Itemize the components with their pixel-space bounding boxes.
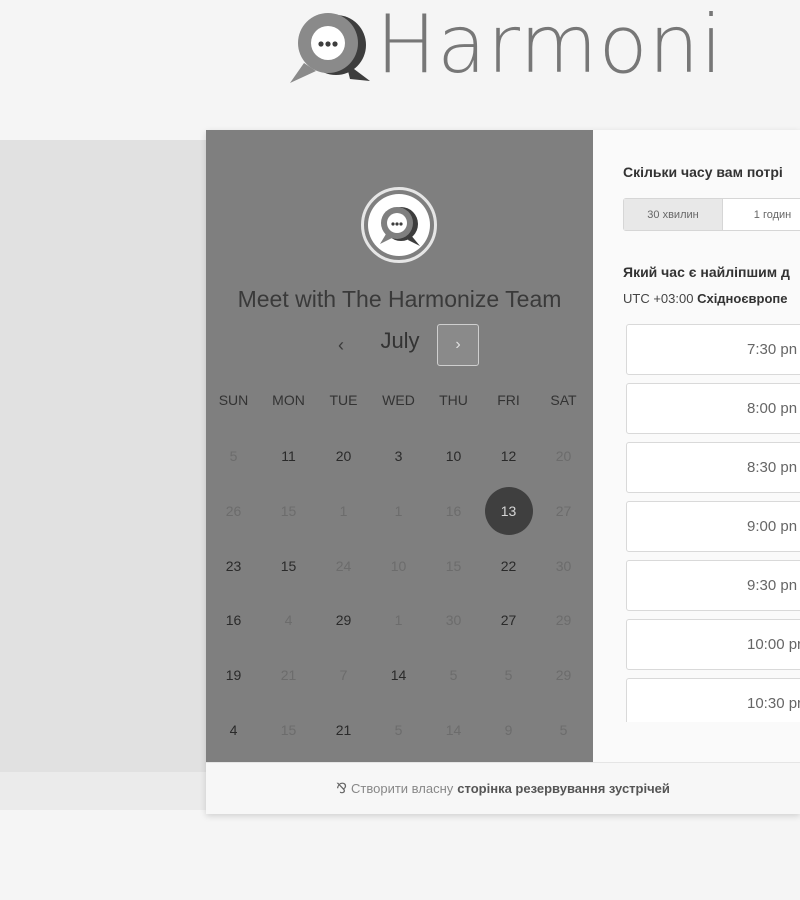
calendar-day-available[interactable]: 27 bbox=[481, 593, 536, 648]
time-slot-button[interactable]: 10:30 pr bbox=[626, 678, 800, 722]
weekday-label: THU bbox=[439, 392, 468, 408]
calendar-day-available[interactable]: 21 bbox=[316, 702, 371, 757]
calendar-grid: 5 11 20 3 10 12 20 26 15 1 1 16 13 27 23… bbox=[206, 429, 593, 757]
calendar-day: 5 bbox=[394, 721, 403, 738]
time-slot-button[interactable]: 8:00 pn bbox=[626, 383, 800, 434]
calendar-day-available[interactable]: 23 bbox=[206, 538, 261, 593]
calendar-day: 4 bbox=[284, 612, 293, 629]
calendar-day: 30 bbox=[555, 557, 572, 574]
time-slot-button[interactable]: 9:30 pn bbox=[626, 560, 800, 611]
team-avatar bbox=[361, 187, 437, 263]
brand-logo: Harmoni bbox=[288, 0, 723, 90]
weekday-label: TUE bbox=[329, 392, 358, 408]
calendar-day-selected[interactable]: 13 bbox=[481, 484, 536, 539]
weekday-label: MON bbox=[272, 392, 305, 408]
calendar-day: 20 bbox=[555, 448, 572, 465]
duration-option-30min[interactable]: 30 хвилин bbox=[624, 199, 724, 230]
time-slot-button[interactable]: 8:30 pn bbox=[626, 442, 800, 493]
timezone-offset: UTC +03:00 bbox=[623, 291, 694, 306]
calendar-day-available[interactable]: 4 bbox=[206, 702, 261, 757]
calendar-day: 1 bbox=[339, 503, 348, 520]
duration-option-1hour[interactable]: 1 годин bbox=[723, 199, 800, 230]
next-month-button[interactable]: › bbox=[437, 324, 479, 366]
calendar-day-available[interactable]: 10 bbox=[426, 429, 481, 484]
calendar-day: 7 bbox=[339, 667, 348, 684]
time-slot-button[interactable]: 7:30 pn bbox=[626, 324, 800, 375]
calendar-day: 1 bbox=[394, 503, 403, 520]
calendar-day: 5 bbox=[449, 667, 458, 684]
calendar-day: 14 bbox=[445, 721, 462, 738]
calendar-day: 5 bbox=[229, 448, 238, 465]
weekday-header: SUN MON TUE WED THU FRI SAT bbox=[206, 392, 593, 408]
weekday-label: SUN bbox=[218, 392, 249, 408]
month-navigation: ‹ July › bbox=[206, 324, 593, 366]
calendar-week: 23 15 24 10 15 22 30 bbox=[206, 538, 593, 593]
chat-bubble-logo-icon bbox=[288, 5, 372, 85]
calendar-week: 16 4 29 1 30 27 29 bbox=[206, 593, 593, 648]
calendar-day-available[interactable]: 3 bbox=[371, 429, 426, 484]
calendar-day: 27 bbox=[555, 503, 572, 520]
calendar-day: 15 bbox=[280, 503, 297, 520]
timezone-name: Східноєвропе bbox=[697, 291, 788, 306]
calendar-week: 19 21 7 14 5 5 29 bbox=[206, 648, 593, 703]
left-background-strip bbox=[0, 140, 206, 772]
calendar-day-available[interactable]: 22 bbox=[481, 538, 536, 593]
calendar-day: 16 bbox=[445, 503, 462, 520]
calendar-week: 5 11 20 3 10 12 20 bbox=[206, 429, 593, 484]
calendar-day: 29 bbox=[555, 667, 572, 684]
time-slot-button[interactable]: 10:00 pr bbox=[626, 619, 800, 670]
brand-name: Harmoni bbox=[376, 0, 724, 91]
calendar-day: 5 bbox=[559, 721, 568, 738]
calendar-day-available[interactable]: 11 bbox=[261, 429, 316, 484]
calendar-day-available[interactable]: 19 bbox=[206, 648, 261, 703]
calendar-day: 15 bbox=[445, 557, 462, 574]
hubspot-sprocket-icon: ⅋ bbox=[336, 780, 348, 796]
footer: ⅋ Створити власну сторінка резервування … bbox=[206, 762, 800, 814]
weekday-label: FRI bbox=[497, 392, 520, 408]
calendar-day-available[interactable]: 29 bbox=[316, 593, 371, 648]
calendar-day: 29 bbox=[555, 612, 572, 629]
meeting-title: Meet with The Harmonize Team bbox=[237, 286, 562, 312]
calendar-day: 30 bbox=[445, 612, 462, 629]
chat-bubble-avatar-icon bbox=[368, 194, 430, 256]
calendar-week: 26 15 1 1 16 13 27 bbox=[206, 484, 593, 539]
prev-month-button[interactable]: ‹ bbox=[328, 330, 354, 360]
time-slot-button[interactable]: 9:00 pn bbox=[626, 501, 800, 552]
footer-link[interactable]: сторінка резервування зустрічей bbox=[457, 781, 670, 796]
calendar-day: 26 bbox=[225, 503, 242, 520]
calendar-day: 21 bbox=[280, 667, 297, 684]
calendar-week: 4 15 21 5 14 9 5 bbox=[206, 702, 593, 757]
weekday-label: WED bbox=[382, 392, 415, 408]
calendar-day-available[interactable]: 20 bbox=[316, 429, 371, 484]
calendar-panel: Meet with The Harmonize Team ‹ July › SU… bbox=[206, 130, 593, 762]
calendar-day: 5 bbox=[504, 667, 513, 684]
calendar-day: 1 bbox=[394, 612, 403, 629]
calendar-day: 9 bbox=[504, 721, 513, 738]
calendar-day: 24 bbox=[335, 557, 352, 574]
timezone-selector[interactable]: UTC +03:00 Східноєвропе bbox=[623, 291, 788, 306]
time-selection-panel: Скільки часу вам потрі 30 хвилин 1 годин… bbox=[593, 130, 800, 762]
calendar-day: 15 bbox=[280, 721, 297, 738]
selected-day-number: 13 bbox=[484, 487, 533, 536]
time-slot-list[interactable]: 7:30 pn 8:00 pn 8:30 pn 9:00 pn 9:30 pn … bbox=[626, 324, 800, 722]
time-question: Який час є найліпшим д bbox=[623, 264, 790, 280]
calendar-day-available[interactable]: 14 bbox=[371, 648, 426, 703]
left-background-strip-bottom bbox=[0, 772, 206, 810]
footer-text: Створити власну bbox=[351, 781, 454, 796]
weekday-label: SAT bbox=[550, 392, 577, 408]
calendar-day-available[interactable]: 16 bbox=[206, 593, 261, 648]
duration-toggle-group: 30 хвилин 1 годин bbox=[623, 198, 800, 231]
booking-card: Meet with The Harmonize Team ‹ July › SU… bbox=[206, 130, 800, 814]
calendar-day-available[interactable]: 12 bbox=[481, 429, 536, 484]
month-label: July bbox=[380, 328, 420, 353]
duration-question: Скільки часу вам потрі bbox=[623, 164, 783, 180]
calendar-day-available[interactable]: 15 bbox=[261, 538, 316, 593]
calendar-day: 10 bbox=[390, 557, 407, 574]
